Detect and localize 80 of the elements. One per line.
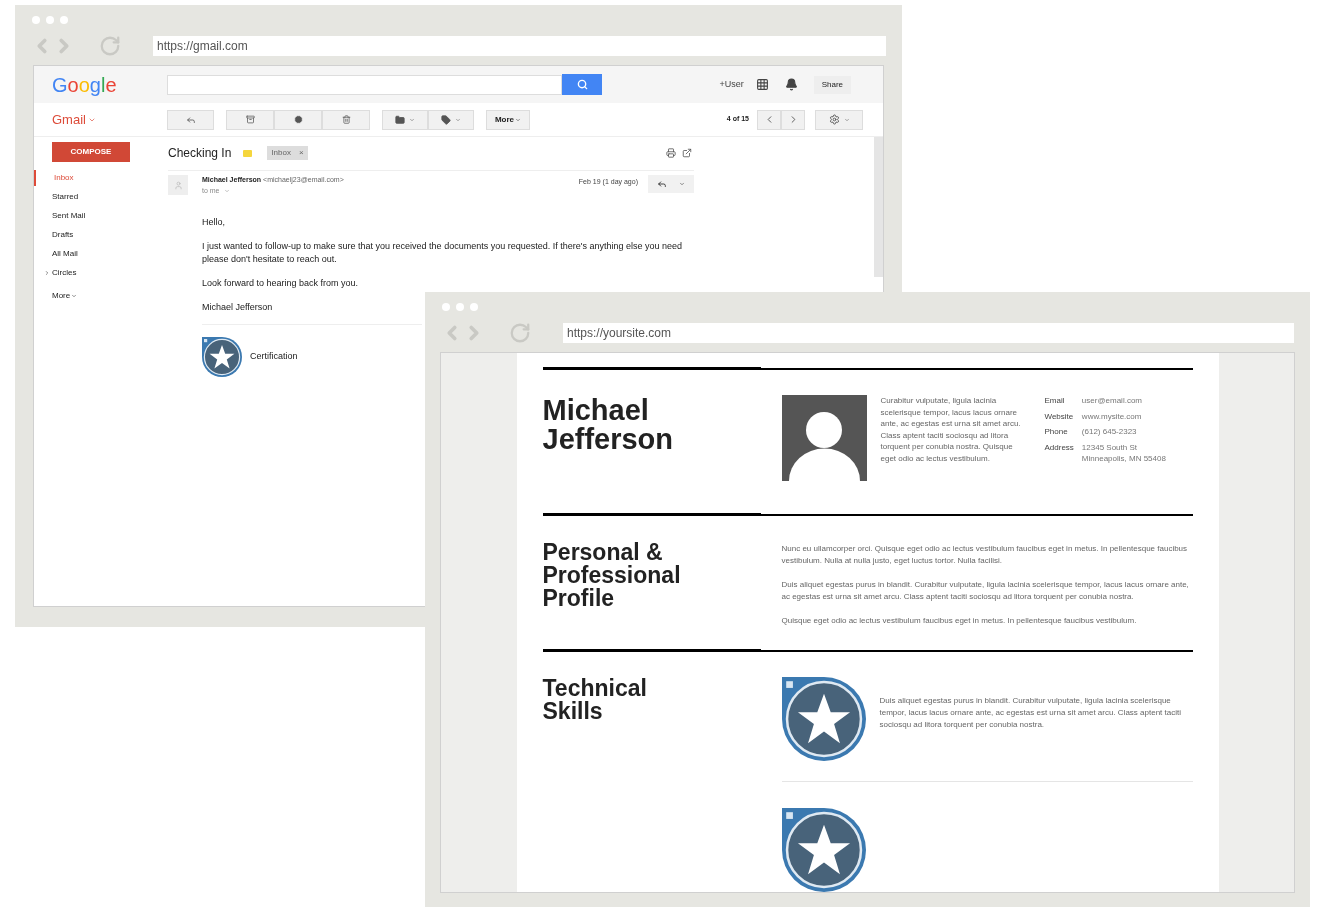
- reload-icon: [99, 35, 121, 57]
- email-subject: Checking In: [168, 145, 232, 162]
- contact-value: www.mysite.com: [1081, 410, 1143, 422]
- skill-description: Duis aliquet egestas purus in blandit. Curabitur vulputate, ligula lacinia scelerisque tempor, lacus lacus ornare ante, ac egestas est urna sit amet arcu. Class aptent taciti sociosqu ad litora torquent per conubia nostra.: [879, 695, 1182, 731]
- contact-value: user@email.com: [1081, 395, 1143, 407]
- notifications-icon[interactable]: [784, 78, 798, 91]
- email-paragraph: Michael Jefferson: [202, 301, 273, 314]
- dropdown-icon: [843, 116, 850, 123]
- print-icon[interactable]: [666, 148, 676, 158]
- folder-icon: [395, 114, 405, 125]
- dropdown-icon: [223, 187, 230, 194]
- folder-item[interactable]: Drafts: [34, 227, 168, 243]
- reply-icon: [657, 179, 667, 189]
- move-button[interactable]: [382, 109, 428, 130]
- dropdown-icon: [409, 116, 415, 123]
- label-chip[interactable]: Inbox ×: [267, 146, 308, 160]
- email-paragraph: Hello,: [202, 216, 225, 229]
- contact-label: Website: [1044, 410, 1074, 422]
- dropdown-icon: [455, 116, 461, 123]
- person-name: Michael Jefferson: [542, 396, 675, 457]
- spam-button[interactable]: [274, 109, 322, 130]
- archive-icon: [245, 115, 255, 124]
- star-badge-icon: [202, 337, 242, 377]
- importance-icon: [243, 149, 253, 157]
- email-paragraph: Look forward to hearing back from you.: [202, 277, 359, 290]
- folder-item[interactable]: All Mail: [34, 246, 168, 262]
- reply-button[interactable]: [648, 175, 694, 193]
- dropdown-icon: [679, 181, 685, 187]
- attachment-name[interactable]: Certification: [250, 350, 298, 364]
- section-heading: Personal & Professional Profile: [542, 541, 682, 613]
- bio-text: Curabitur vulputate, ligula lacinia scelerisque tempor, lacus lacus ornare ante, ac egestas est urna sit amet arcu. Class aptent taciti sociosqu ad litora torquent per conubia nostra. Quisque eget odio ac lectus vestibulum.: [880, 395, 1022, 465]
- next-button[interactable]: [781, 109, 805, 130]
- dropdown-icon: [71, 293, 78, 299]
- profile-paragraph: Nunc eu ullamcorper orci. Quisque eget odio ac lectus vestibulum faucibus eget in metus. In pellentesque faucibus vestibulum. Nulla at nulla justo, eget luctus tortor. Nulla facilisi.: [781, 543, 1189, 567]
- more-link[interactable]: More: [34, 288, 168, 304]
- apps-icon[interactable]: [755, 78, 769, 91]
- contact-label: Phone: [1044, 426, 1069, 438]
- tag-icon: [441, 114, 451, 125]
- contact-value: 12345 South St Minneapolis, MN 55408: [1081, 441, 1167, 465]
- reload-icon: [509, 322, 531, 344]
- contact-label: Address: [1044, 441, 1074, 454]
- section-heading: Technical Skills: [542, 677, 648, 726]
- dropdown-icon: [515, 116, 522, 123]
- new-window-icon[interactable]: [682, 148, 692, 158]
- trash-icon: [341, 115, 351, 124]
- previous-button[interactable]: [757, 109, 781, 130]
- folder-item[interactable]: Starred: [34, 189, 168, 205]
- folder-item[interactable]: Sent Mail: [34, 208, 168, 224]
- contact-value: (612) 645-2323: [1081, 426, 1138, 438]
- reply-button[interactable]: [167, 109, 214, 130]
- spam-icon: [293, 115, 303, 124]
- star-badge-icon: [781, 677, 866, 761]
- settings-button[interactable]: [815, 109, 863, 130]
- share-button[interactable]: Share: [813, 75, 851, 94]
- gmail-menu[interactable]: Gmail: [52, 109, 167, 130]
- profile-paragraph: Duis aliquet egestas purus in blandit. Curabitur vulputate, ligula lacinia scelerisque tempor, lacus lacus ornare ante, ac egestas est urna sit amet arcu. Class aptent taciti sociosqu ad litora torquent per conubia nostra.: [781, 579, 1190, 603]
- google-logo: Google: [52, 72, 118, 98]
- scrollbar[interactable]: [874, 137, 883, 277]
- window-controls-icon: [31, 15, 71, 25]
- profile-paragraph: Quisque eget odio ac lectus vestibulum faucibus eget in metus. In pellentesque faucibus vestibulum.: [781, 615, 1138, 627]
- folder-item[interactable]: Circles: [34, 265, 168, 281]
- person-icon: [173, 180, 183, 190]
- email-paragraph: I just wanted to follow-up to make sure that you received the documents you requested. If there's anything else you need please don't hesitate to reach out.: [202, 240, 683, 266]
- search-button[interactable]: [562, 74, 602, 95]
- address-bar[interactable]: https://yoursite.com: [563, 323, 1294, 343]
- user-link[interactable]: +User: [719, 77, 744, 92]
- contact-label: Email: [1044, 395, 1066, 407]
- reload-button[interactable]: [99, 35, 121, 57]
- expand-icon: [44, 270, 50, 276]
- address-bar[interactable]: https://gmail.com: [153, 36, 886, 56]
- reply-icon: [185, 114, 196, 125]
- labels-button[interactable]: [428, 109, 474, 130]
- window-controls-icon: [441, 302, 481, 312]
- search-icon: [576, 79, 588, 90]
- remove-label-button[interactable]: ×: [298, 147, 304, 159]
- search-field[interactable]: [167, 74, 562, 95]
- settings-icon: [828, 114, 840, 125]
- compose-button[interactable]: COMPOSE: [52, 142, 130, 162]
- reload-button[interactable]: [509, 322, 531, 344]
- more-button[interactable]: More: [486, 109, 530, 130]
